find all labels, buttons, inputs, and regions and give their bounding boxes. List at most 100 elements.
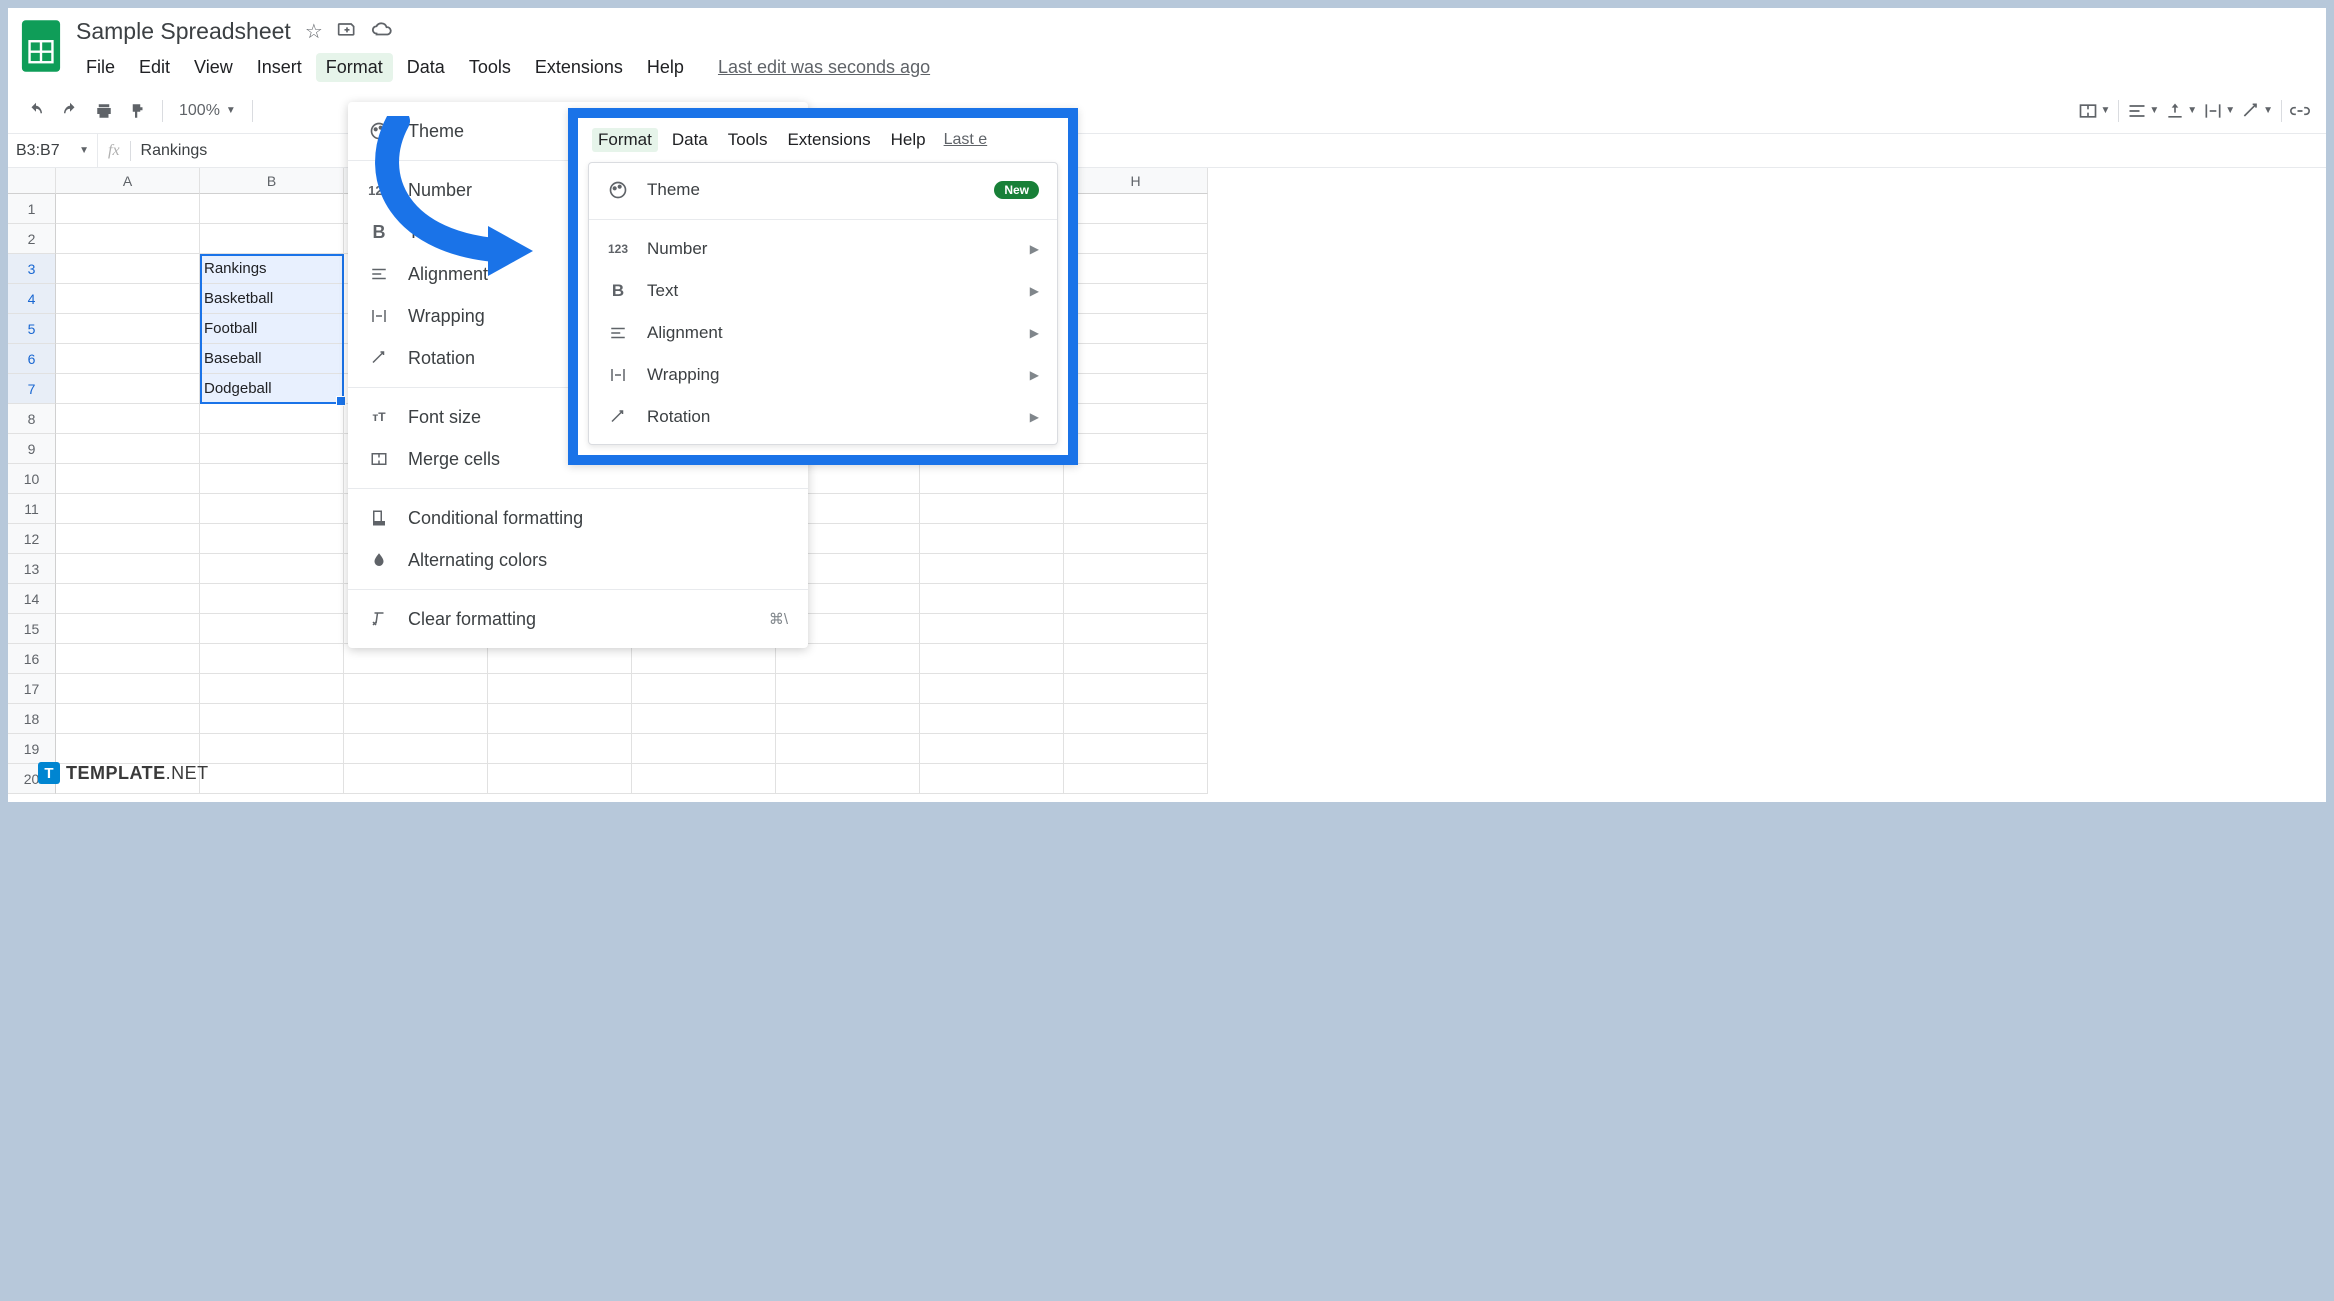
cell[interactable] [488,704,632,734]
cell[interactable] [200,194,344,224]
row-header[interactable]: 3 [8,254,56,284]
row-header[interactable]: 18 [8,704,56,734]
move-icon[interactable] [337,19,357,45]
row-header[interactable]: 10 [8,464,56,494]
cell[interactable] [488,734,632,764]
cell[interactable] [200,554,344,584]
cell[interactable] [920,554,1064,584]
callout-menu-format[interactable]: Format [592,128,658,152]
cell[interactable] [200,734,344,764]
menu-file[interactable]: File [76,53,125,82]
cell[interactable] [632,764,776,794]
cell[interactable] [1064,254,1208,284]
row-header[interactable]: 6 [8,344,56,374]
cell[interactable] [488,644,632,674]
cell[interactable] [1064,644,1208,674]
menu-tools[interactable]: Tools [459,53,521,82]
cell[interactable]: Baseball [200,344,344,374]
menu-item-conditional[interactable]: Conditional formatting [348,497,808,539]
cell[interactable] [632,674,776,704]
sheets-app-icon[interactable] [20,18,62,74]
row-header[interactable]: 7 [8,374,56,404]
cell[interactable] [200,434,344,464]
cell[interactable] [920,524,1064,554]
row-header[interactable]: 12 [8,524,56,554]
cell[interactable] [56,554,200,584]
cell[interactable] [344,674,488,704]
cell[interactable] [56,494,200,524]
col-header[interactable]: H [1064,168,1208,194]
cell[interactable] [920,644,1064,674]
cloud-status-icon[interactable] [371,19,393,45]
row-header[interactable]: 8 [8,404,56,434]
menu-data[interactable]: Data [397,53,455,82]
cell[interactable] [56,404,200,434]
star-icon[interactable]: ☆ [305,19,323,44]
cell[interactable] [1064,704,1208,734]
cell[interactable] [776,674,920,704]
redo-icon[interactable] [56,97,84,125]
cell[interactable] [920,494,1064,524]
cell[interactable] [56,254,200,284]
cell[interactable] [344,734,488,764]
row-header[interactable]: 9 [8,434,56,464]
cell[interactable]: Basketball [200,284,344,314]
insert-link-icon[interactable] [2288,101,2312,121]
cell[interactable] [1064,284,1208,314]
col-header[interactable]: A [56,168,200,194]
col-header[interactable]: B [200,168,344,194]
cell[interactable] [632,704,776,734]
cell[interactable] [488,764,632,794]
menu-extensions[interactable]: Extensions [525,53,633,82]
cell[interactable] [1064,344,1208,374]
cell[interactable] [632,734,776,764]
cell[interactable] [200,584,344,614]
cell[interactable] [200,614,344,644]
callout-item-rotation[interactable]: Rotation ▶ [589,396,1057,438]
cell[interactable]: Football [200,314,344,344]
cell[interactable] [920,614,1064,644]
cell[interactable] [200,704,344,734]
rotation-icon[interactable]: ▼ [2239,101,2275,121]
cell[interactable] [1064,374,1208,404]
row-header[interactable]: 1 [8,194,56,224]
callout-item-number[interactable]: 123 Number ▶ [589,228,1057,270]
cell[interactable] [200,644,344,674]
callout-last-edit[interactable]: Last e [944,131,988,149]
cell[interactable] [1064,734,1208,764]
callout-menu-help[interactable]: Help [885,128,932,152]
h-align-icon[interactable]: ▼ [2125,101,2161,121]
zoom-dropdown[interactable]: 100%▼ [173,102,242,120]
cell[interactable] [56,614,200,644]
select-all-corner[interactable] [8,168,56,194]
cell[interactable] [344,644,488,674]
cell[interactable] [200,764,344,794]
cell[interactable] [776,734,920,764]
cell[interactable] [1064,434,1208,464]
cell[interactable] [200,224,344,254]
cell[interactable] [56,284,200,314]
callout-item-alignment[interactable]: Alignment ▶ [589,312,1057,354]
row-header[interactable]: 5 [8,314,56,344]
cell[interactable] [776,704,920,734]
cell[interactable] [776,764,920,794]
cell[interactable] [920,464,1064,494]
cell[interactable] [1064,554,1208,584]
menu-item-clear-formatting[interactable]: Clear formatting ⌘\ [348,598,808,640]
row-header[interactable]: 17 [8,674,56,704]
undo-icon[interactable] [22,97,50,125]
v-align-icon[interactable]: ▼ [2163,101,2199,121]
merge-cells-icon[interactable]: ▼ [2076,101,2112,121]
cell[interactable] [56,344,200,374]
cell[interactable]: Dodgeball [200,374,344,404]
row-header[interactable]: 19 [8,734,56,764]
cell[interactable] [1064,674,1208,704]
cell[interactable] [200,464,344,494]
menu-insert[interactable]: Insert [247,53,312,82]
cell[interactable] [56,374,200,404]
row-header[interactable]: 15 [8,614,56,644]
menu-view[interactable]: View [184,53,243,82]
cell[interactable] [1064,764,1208,794]
name-box[interactable]: B3:B7▼ [8,134,98,167]
row-header[interactable]: 13 [8,554,56,584]
